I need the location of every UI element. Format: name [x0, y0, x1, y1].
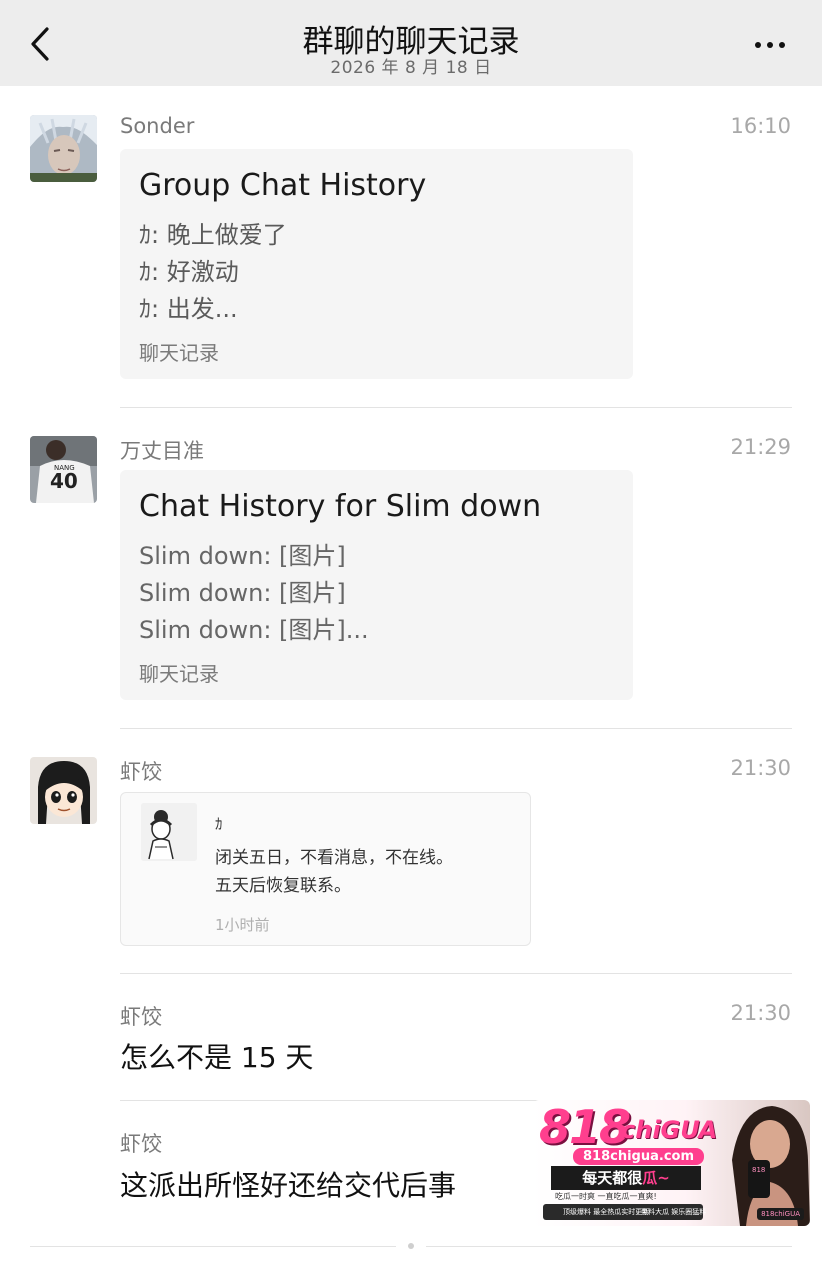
ad-url: 818chigua.com: [573, 1148, 705, 1165]
svg-text:NANG: NANG: [54, 464, 75, 472]
quoted-author: ｶ: [215, 815, 223, 833]
card-line: Slim down: [图片]: [139, 542, 346, 570]
end-dot: [408, 1243, 414, 1249]
sender-name: 万丈目准: [120, 439, 204, 463]
quoted-text-line: 五天后恢复联系。: [215, 876, 351, 896]
page-subtitle-date: 2026 年 8 月 18 日: [330, 58, 492, 78]
quoted-post-thumbnail: [141, 803, 197, 861]
divider: [120, 728, 792, 729]
avatar[interactable]: [30, 115, 97, 182]
ad-bottom-text: 黑料大瓜 娱乐圈猛料: [641, 1208, 707, 1216]
more-dots-icon: [755, 42, 761, 48]
card-footer: 聊天记录: [139, 662, 219, 686]
message-text: 怎么不是 15 天: [120, 1041, 314, 1074]
svg-text:818: 818: [752, 1166, 765, 1174]
ad-bottom-text: 顶级爆料 最全热瓜实时更新: [563, 1208, 650, 1216]
divider: [120, 407, 792, 408]
ad-subtitle: 吃瓜一时爽 一直吃瓜一直爽!: [555, 1192, 657, 1201]
card-line: ｶ: 好激动: [139, 258, 239, 286]
sender-name: Sonder: [120, 114, 195, 138]
more-button[interactable]: [748, 30, 792, 60]
card-footer: 聊天记录: [139, 341, 219, 365]
card-line: Slim down: [图片]: [139, 579, 346, 607]
message-time: 21:29: [730, 435, 791, 459]
ad-slogan: 每天都很瓜~: [551, 1166, 701, 1190]
message-time: 16:10: [730, 114, 791, 138]
quoted-post-card[interactable]: ｶ 闭关五日，不看消息，不在线。 五天后恢复联系。 1小时前: [120, 792, 531, 946]
svg-text:40: 40: [50, 469, 78, 493]
sender-name: 虾饺: [120, 760, 162, 784]
ad-logo: 818: [539, 1100, 631, 1154]
message-text: 这派出所怪好还给交代后事: [120, 1169, 457, 1202]
card-line: Slim down: [图片]...: [139, 616, 369, 644]
ad-brand: chiGUA: [621, 1116, 718, 1144]
card-title: Group Chat History: [139, 168, 427, 203]
quoted-text-line: 闭关五日，不看消息，不在线。: [215, 848, 453, 868]
avatar[interactable]: [30, 757, 97, 824]
card-line: ｶ: 晚上做爱了: [139, 221, 287, 249]
message-time: 21:30: [730, 756, 791, 780]
end-divider: [30, 1246, 396, 1247]
card-title: Chat History for Slim down: [139, 489, 542, 524]
message-time: 21:30: [730, 1001, 791, 1025]
chat-history-card[interactable]: Chat History for Slim down Slim down: [图…: [120, 470, 633, 700]
chat-history-card[interactable]: Group Chat History ｶ: 晚上做爱了 ｶ: 好激动 ｶ: 出发…: [120, 149, 633, 379]
divider: [120, 973, 792, 974]
ad-tag: 818chiGUA: [757, 1208, 804, 1220]
end-divider: [426, 1246, 792, 1247]
sender-name: 虾饺: [120, 1132, 162, 1156]
watermark-ad: 818 818 chiGUA 818chigua.com 每天都很瓜~ 吃瓜一时…: [533, 1100, 810, 1226]
card-line: ｶ: 出发...: [139, 295, 238, 323]
avatar[interactable]: 40 NANG: [30, 436, 97, 503]
nav-bar: 群聊的聊天记录 2026 年 8 月 18 日: [0, 0, 822, 86]
sender-name: 虾饺: [120, 1005, 162, 1029]
quoted-time: 1小时前: [215, 916, 270, 934]
